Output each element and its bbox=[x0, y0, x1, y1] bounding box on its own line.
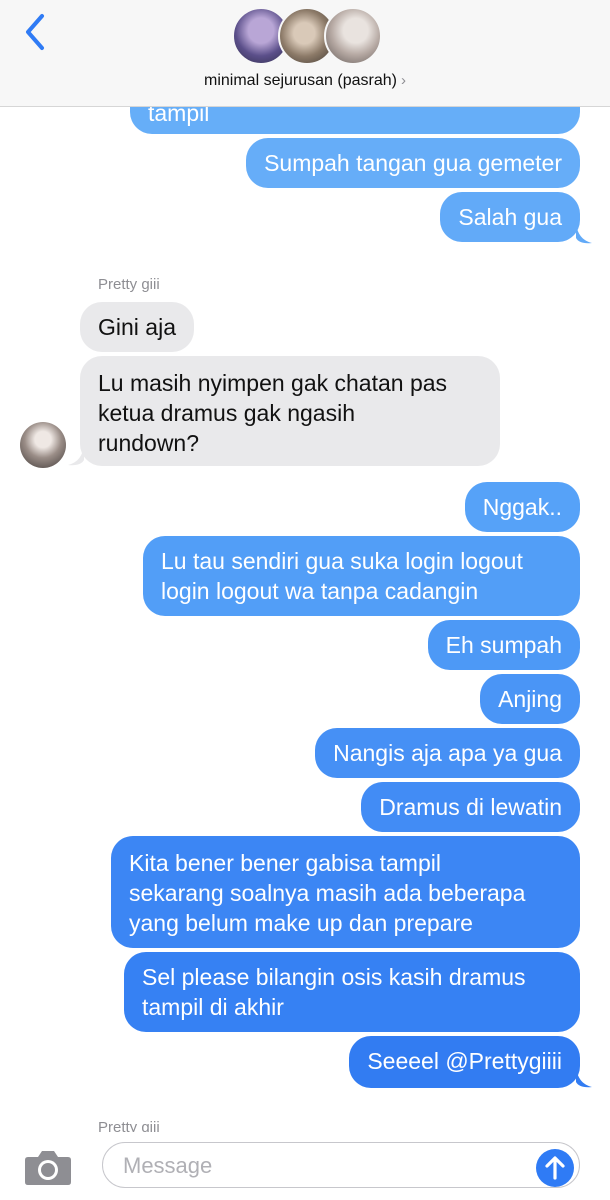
camera-icon bbox=[25, 1151, 71, 1185]
bubble-tail bbox=[576, 224, 592, 244]
sender-name: Pretty giii bbox=[98, 276, 160, 293]
message-input[interactable] bbox=[121, 1149, 525, 1183]
message-outgoing[interactable]: Lu tau sendiri gua suka login logout log… bbox=[143, 536, 580, 616]
message-outgoing[interactable]: Kita bener bener gabisa tampil sekarang … bbox=[111, 836, 580, 948]
bubble-tail bbox=[576, 1068, 592, 1088]
message-outgoing[interactable]: Nangis aja apa ya gua bbox=[315, 728, 580, 778]
group-avatars[interactable] bbox=[232, 7, 382, 67]
message-outgoing[interactable]: Sumpah tangan gua gemeter bbox=[246, 138, 580, 188]
chevron-right-icon: › bbox=[400, 72, 406, 89]
group-name: minimal sejurusan (pasrah) bbox=[204, 72, 397, 89]
message-outgoing[interactable]: Nggak.. bbox=[464, 482, 580, 532]
message-outgoing[interactable]: Eh sumpah bbox=[427, 620, 580, 670]
group-member-avatar-3 bbox=[324, 7, 382, 65]
camera-button[interactable] bbox=[24, 1148, 72, 1186]
back-button[interactable] bbox=[16, 10, 56, 54]
message-outgoing[interactable]: Seeeel @Prettygiiii bbox=[349, 1036, 580, 1088]
message-outgoing[interactable]: Dramus di lewatin bbox=[361, 782, 580, 832]
message-outgoing[interactable]: Sel please bilangin osis kasih dramus ta… bbox=[124, 952, 580, 1032]
send-button[interactable] bbox=[536, 1149, 574, 1187]
message-outgoing[interactable]: Anjing bbox=[480, 674, 580, 724]
message-incoming[interactable]: Gini aja bbox=[80, 302, 194, 352]
bubble-tail bbox=[68, 446, 84, 466]
chat-header: minimal sejurusan (pasrah) › bbox=[0, 0, 610, 107]
send-arrow-up-icon bbox=[545, 1156, 565, 1180]
sender-avatar[interactable] bbox=[20, 422, 66, 468]
message-input-bar bbox=[0, 1132, 610, 1200]
group-title[interactable]: minimal sejurusan (pasrah) › bbox=[0, 72, 610, 90]
message-outgoing[interactable]: Salah gua bbox=[440, 192, 580, 242]
chevron-left-icon bbox=[26, 14, 44, 50]
message-field[interactable] bbox=[102, 1142, 580, 1188]
message-incoming[interactable]: Lu masih nyimpen gak chatan pas ketua dr… bbox=[80, 356, 500, 466]
